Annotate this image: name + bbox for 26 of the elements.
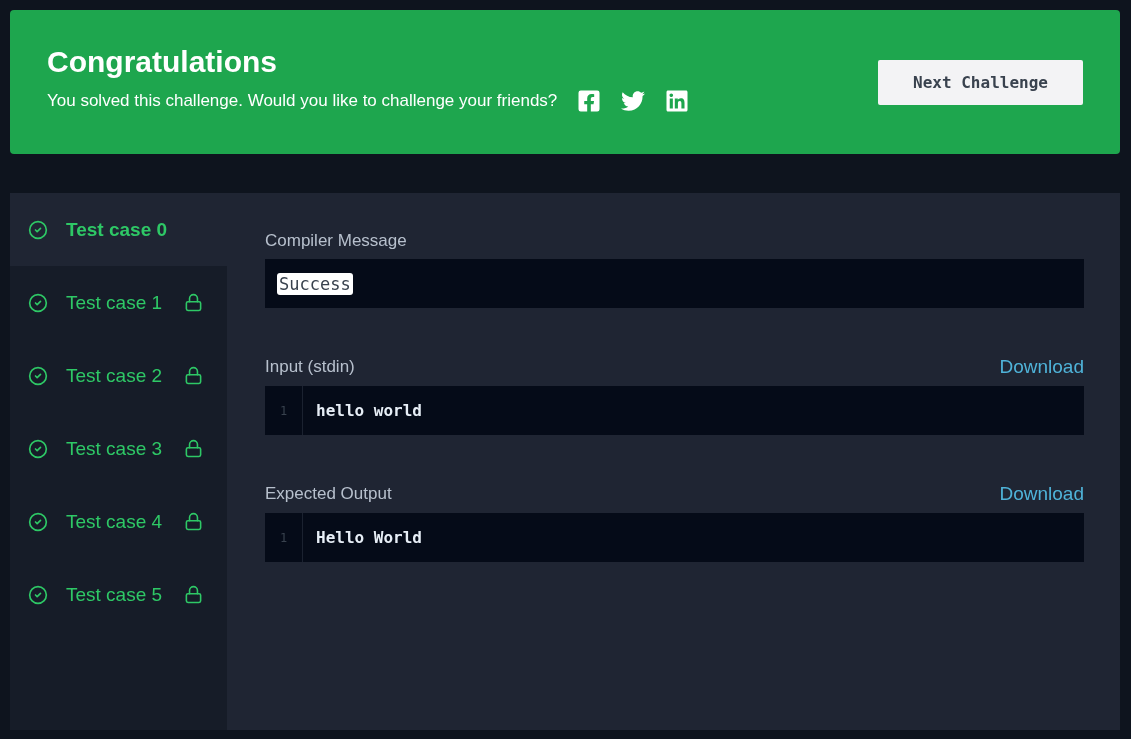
banner-title: Congratulations <box>47 45 278 79</box>
test-case-tab[interactable]: Test case 4 <box>10 485 227 558</box>
test-case-label: Test case 0 <box>66 218 168 241</box>
test-case-tab[interactable]: Test case 1 <box>10 266 227 339</box>
compiler-message: Success <box>277 272 353 295</box>
code-line: Hello World <box>315 527 422 549</box>
section-title: Expected Output <box>265 484 392 504</box>
banner-message: You solved this challenge. Would you like to challenge your friends? <box>47 91 558 111</box>
download-link[interactable]: Download <box>999 356 1084 378</box>
test-case-tab[interactable]: Test case 5 <box>10 558 227 631</box>
test-case-label: Test case 4 <box>66 510 163 533</box>
test-case-tab[interactable]: Test case 2 <box>10 339 227 412</box>
section-title: Compiler Message <box>265 231 407 251</box>
next-challenge-button[interactable]: Next Challenge <box>878 59 1083 105</box>
test-case-label: Test case 1 <box>66 291 163 314</box>
test-case-label: Test case 2 <box>66 364 163 387</box>
facebook-icon[interactable] <box>577 89 602 113</box>
linkedin-icon[interactable] <box>665 89 690 113</box>
test-case-tab[interactable]: Test case 0 <box>10 193 227 266</box>
twitter-icon[interactable] <box>621 89 646 113</box>
download-link[interactable]: Download <box>999 483 1084 505</box>
test-case-label: Test case 3 <box>66 437 163 460</box>
test-case-tab[interactable]: Test case 3 <box>10 412 227 485</box>
test-case-label: Test case 5 <box>66 583 163 606</box>
section-title: Input (stdin) <box>265 357 355 377</box>
code-line: hello world <box>315 400 422 422</box>
